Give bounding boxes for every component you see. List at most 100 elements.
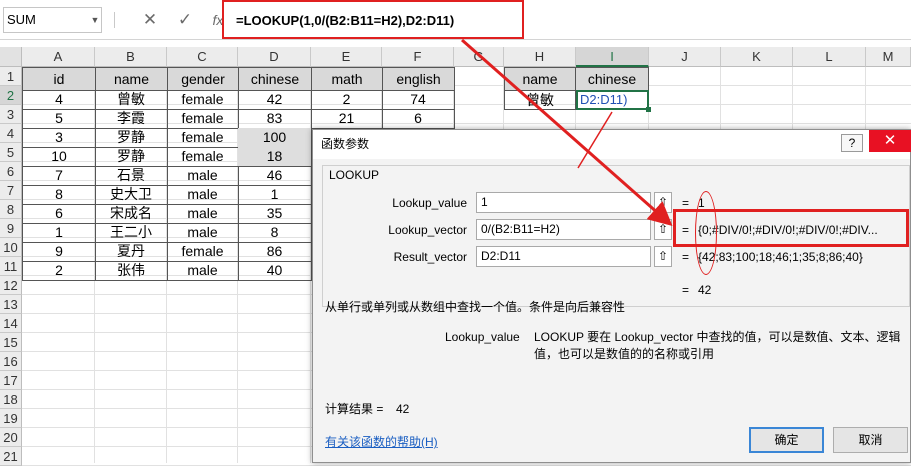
table-cell[interactable]: male [167, 223, 239, 243]
table-cell[interactable]: 83 [238, 109, 312, 129]
table-cell[interactable]: 10 [22, 147, 96, 167]
table-cell[interactable]: 李霞 [95, 109, 168, 129]
row-header-6[interactable]: 6 [0, 162, 22, 181]
enter-icon[interactable]: ✓ [173, 8, 197, 32]
table-cell[interactable]: 罗静 [95, 147, 168, 167]
row-header-16[interactable]: 16 [0, 352, 22, 371]
row-header-19[interactable]: 19 [0, 409, 22, 428]
table-cell[interactable]: 8 [22, 185, 96, 205]
table-cell[interactable]: female [167, 147, 239, 167]
table-cell[interactable]: 74 [382, 90, 455, 110]
column-header-c[interactable]: C [167, 47, 238, 67]
lookup-value-input[interactable]: 1 [476, 192, 651, 213]
table-cell[interactable]: male [167, 185, 239, 205]
cancel-icon[interactable]: ✕ [138, 8, 162, 32]
table-cell[interactable]: 张伟 [95, 261, 168, 281]
row-header-18[interactable]: 18 [0, 390, 22, 409]
row-header-20[interactable]: 20 [0, 428, 22, 447]
row-header-1[interactable]: 1 [0, 67, 22, 86]
lookup-header-name[interactable]: name [504, 67, 576, 91]
row-header-9[interactable]: 9 [0, 219, 22, 238]
table-header-cell[interactable]: gender [167, 67, 239, 91]
close-button[interactable]: ✕ [869, 130, 911, 152]
table-cell[interactable]: 曾敏 [95, 90, 168, 110]
table-cell[interactable]: 6 [22, 204, 96, 224]
table-cell[interactable]: 46 [238, 166, 312, 186]
table-header-cell[interactable]: english [382, 67, 455, 91]
table-cell[interactable]: 王二小 [95, 223, 168, 243]
table-header-cell[interactable]: chinese [238, 67, 312, 91]
column-header-g[interactable]: G [454, 47, 504, 67]
column-header-j[interactable]: J [649, 47, 721, 67]
cancel-button[interactable]: 取消 [833, 427, 908, 453]
table-cell[interactable]: 1 [22, 223, 96, 243]
column-header-e[interactable]: E [311, 47, 382, 67]
table-cell[interactable]: 史大卫 [95, 185, 168, 205]
table-cell[interactable]: 石景 [95, 166, 168, 186]
ok-button[interactable]: 确定 [749, 427, 824, 453]
help-button[interactable]: ? [841, 134, 863, 152]
column-header-l[interactable]: L [793, 47, 866, 67]
column-header-i[interactable]: I [576, 47, 649, 67]
table-cell[interactable]: 21 [311, 109, 383, 129]
row-header-10[interactable]: 10 [0, 238, 22, 257]
table-cell[interactable]: 7 [22, 166, 96, 186]
table-cell[interactable]: female [167, 90, 239, 110]
table-cell[interactable]: female [167, 109, 239, 129]
row-header-5[interactable]: 5 [0, 143, 22, 162]
row-header-15[interactable]: 15 [0, 333, 22, 352]
column-header-h[interactable]: H [504, 47, 576, 67]
table-cell[interactable]: female [167, 242, 239, 262]
table-cell[interactable]: 18 [238, 147, 312, 167]
collapse-icon[interactable]: ⇧ [654, 219, 672, 240]
table-cell[interactable]: 2 [311, 90, 383, 110]
collapse-icon[interactable]: ⇧ [654, 246, 672, 267]
row-header-11[interactable]: 11 [0, 257, 22, 276]
collapse-icon[interactable]: ⇧ [654, 192, 672, 213]
table-cell[interactable]: 8 [238, 223, 312, 243]
column-header-b[interactable]: B [95, 47, 167, 67]
column-header-m[interactable]: M [866, 47, 911, 67]
function-help-link[interactable]: 有关该函数的帮助(H) [325, 433, 438, 450]
table-cell[interactable]: 35 [238, 204, 312, 224]
table-cell[interactable]: 1 [238, 185, 312, 205]
column-header-d[interactable]: D [238, 47, 311, 67]
lookup-name-cell[interactable]: 曾敏 [504, 90, 576, 110]
table-cell[interactable]: 86 [238, 242, 312, 262]
table-cell[interactable]: 4 [22, 90, 96, 110]
table-cell[interactable]: 100 [238, 128, 312, 148]
row-header-3[interactable]: 3 [0, 105, 22, 124]
table-cell[interactable]: male [167, 204, 239, 224]
table-header-cell[interactable]: math [311, 67, 383, 91]
table-cell[interactable]: male [167, 166, 239, 186]
table-cell[interactable]: 2 [22, 261, 96, 281]
table-cell[interactable]: 夏丹 [95, 242, 168, 262]
result-vector-input[interactable]: D2:D11 [476, 246, 651, 267]
table-cell[interactable]: male [167, 261, 239, 281]
chevron-down-icon[interactable]: ▼ [88, 7, 102, 33]
table-cell[interactable]: 9 [22, 242, 96, 262]
table-cell[interactable]: 罗静 [95, 128, 168, 148]
row-header-7[interactable]: 7 [0, 181, 22, 200]
lookup-vector-input[interactable]: 0/(B2:B11=H2) [476, 219, 651, 240]
row-header-2[interactable]: 2 [0, 86, 22, 105]
dialog-titlebar[interactable]: 函数参数 ? ✕ [313, 130, 911, 159]
table-cell[interactable]: 42 [238, 90, 312, 110]
row-header-14[interactable]: 14 [0, 314, 22, 333]
row-header-13[interactable]: 13 [0, 295, 22, 314]
table-header-cell[interactable]: name [95, 67, 168, 91]
fill-handle[interactable] [646, 107, 651, 112]
select-all-corner[interactable] [0, 47, 22, 67]
table-cell[interactable]: 5 [22, 109, 96, 129]
active-cell-editor[interactable]: D2:D11) [576, 90, 649, 110]
row-header-4[interactable]: 4 [0, 124, 22, 143]
row-header-8[interactable]: 8 [0, 200, 22, 219]
column-header-f[interactable]: F [382, 47, 454, 67]
column-header-k[interactable]: K [721, 47, 793, 67]
row-header-21[interactable]: 21 [0, 447, 22, 466]
table-cell[interactable]: 3 [22, 128, 96, 148]
column-header-a[interactable]: A [22, 47, 95, 67]
lookup-header-chinese[interactable]: chinese [575, 67, 649, 91]
table-header-cell[interactable]: id [22, 67, 96, 91]
row-header-12[interactable]: 12 [0, 276, 22, 295]
